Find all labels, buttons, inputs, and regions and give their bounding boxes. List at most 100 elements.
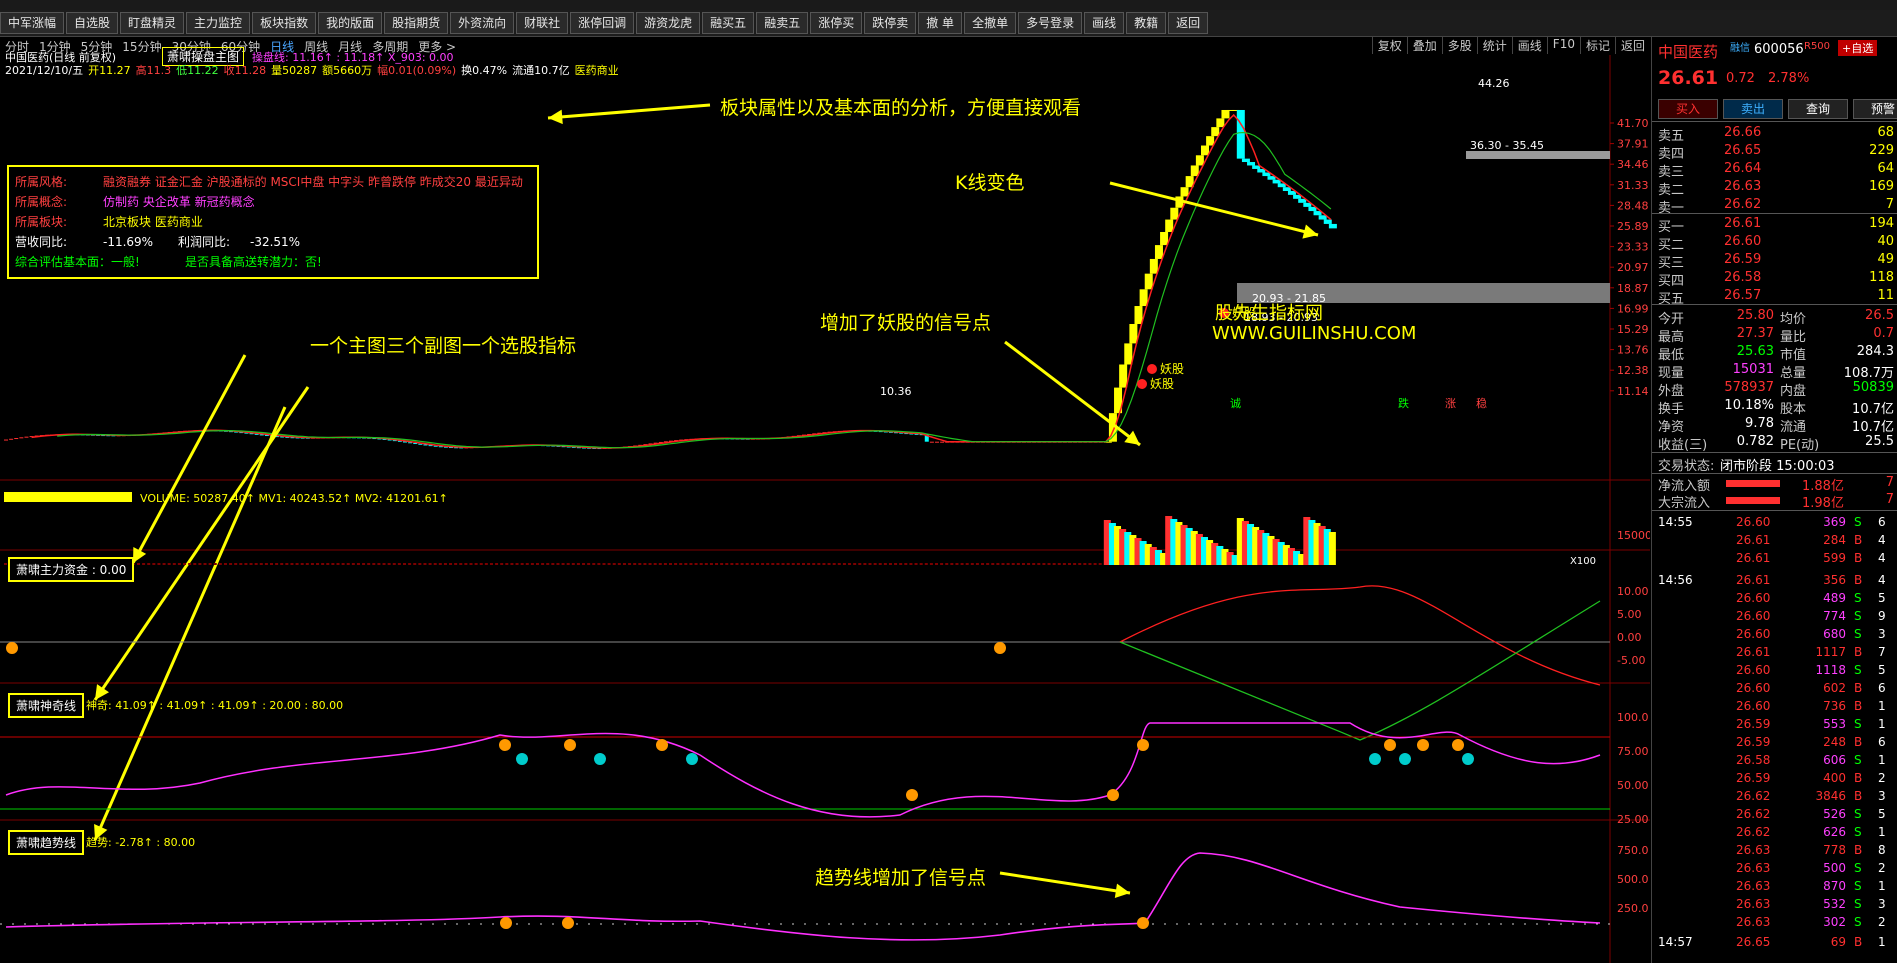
fund-panel-label[interactable]: 萧啸主力资金 : 0.00 xyxy=(8,557,135,582)
volume-bar xyxy=(617,563,621,565)
price-tick-label: 15.29 xyxy=(1617,323,1649,336)
tick-price: 26.60 xyxy=(1736,515,1771,529)
volume-bar xyxy=(592,563,596,565)
volume-bar xyxy=(1047,563,1051,565)
stat-value: 10.18% xyxy=(1724,398,1774,413)
annotation-arrow xyxy=(547,103,711,120)
tick-row-2: 26.61 599 B 4 xyxy=(1658,551,1897,569)
chart-tool-4[interactable]: 画线 xyxy=(1511,37,1547,54)
toolbar-button-13[interactable]: 涨停买 xyxy=(810,12,863,34)
trade-button-2[interactable]: 查询 xyxy=(1788,99,1848,119)
bid-label: 买四 xyxy=(1658,274,1685,289)
toolbar-button-9[interactable]: 涨停回调 xyxy=(570,12,635,34)
toolbar-button-12[interactable]: 融卖五 xyxy=(756,12,809,34)
candle xyxy=(1165,219,1174,232)
candle xyxy=(940,441,945,443)
kline-chart-area[interactable]: 41.70 37.91 34.46 31.33 28.48 25.89 23.33 20.97… xyxy=(0,47,1650,963)
volume-bar xyxy=(689,563,693,565)
flow-bar xyxy=(1726,497,1780,504)
toolbar-button-14[interactable]: 跌停卖 xyxy=(864,12,917,34)
chart-tool-3[interactable]: 统计 xyxy=(1476,37,1512,54)
tick-price: 26.59 xyxy=(1736,771,1771,785)
tick-row-19: 26.63 500 S 2 xyxy=(1658,861,1897,879)
bid-volume: 118 xyxy=(1869,270,1894,285)
chart-tool-0[interactable]: 复权 xyxy=(1371,37,1407,54)
volume-bar xyxy=(622,563,626,565)
tick-price: 26.61 xyxy=(1736,573,1771,587)
magic-panel-label[interactable]: 萧啸神奇线 xyxy=(8,693,85,718)
candle xyxy=(1170,207,1179,220)
toolbar-button-2[interactable]: 盯盘精灵 xyxy=(120,12,185,34)
volume-bar xyxy=(387,563,391,565)
magic-tick: 25.00 xyxy=(1617,813,1649,826)
volume-bar xyxy=(950,563,954,565)
info-value: 融资融券 证金汇金 沪股通标的 MSCI中盘 中字头 昨曾跌停 昨成交20 最近… xyxy=(103,175,523,189)
price-tick-label: 13.76 xyxy=(1617,344,1649,357)
toolbar-button-16[interactable]: 全撤单 xyxy=(964,12,1017,34)
candle xyxy=(1221,109,1230,119)
tick-side: S xyxy=(1854,609,1862,623)
volume-bar xyxy=(755,563,759,565)
toolbar-button-0[interactable]: 中军涨幅 xyxy=(0,12,65,34)
volume-bar xyxy=(377,563,381,565)
volume-bar xyxy=(653,563,657,565)
toolbar-button-11[interactable]: 融买五 xyxy=(702,12,755,34)
chart-tool-6[interactable]: 标记 xyxy=(1579,37,1615,54)
candle xyxy=(929,441,934,443)
toolbar-button-3[interactable]: 主力监控 xyxy=(186,12,251,34)
toolbar-button-15[interactable]: 撤 单 xyxy=(918,12,963,34)
volume-bar xyxy=(750,563,754,565)
volume-bar xyxy=(1016,563,1020,565)
toolbar-button-5[interactable]: 我的版面 xyxy=(318,12,383,34)
volume-bar xyxy=(868,563,872,565)
trend-panel-label[interactable]: 萧啸趋势线 xyxy=(8,830,85,855)
volume-tick: 15000 xyxy=(1617,529,1650,542)
toolbar-button-8[interactable]: 财联社 xyxy=(516,12,569,34)
toolbar-button-18[interactable]: 画线 xyxy=(1084,12,1125,34)
volume-bar xyxy=(397,563,401,565)
trade-button-1[interactable]: 卖出 xyxy=(1723,99,1783,119)
volume-bar xyxy=(883,563,887,565)
toolbar-button-6[interactable]: 股指期货 xyxy=(384,12,449,34)
magic-signal-low xyxy=(906,789,918,801)
volume-bar xyxy=(510,563,514,565)
candle xyxy=(1129,323,1138,344)
toolbar-button-4[interactable]: 板块指数 xyxy=(252,12,317,34)
trade-button-3[interactable]: 预警 xyxy=(1853,99,1897,119)
chart-tool-2[interactable]: 多股 xyxy=(1441,37,1477,54)
volume-bar xyxy=(1078,563,1082,565)
watermark-site-name: 股先生指标网 xyxy=(1215,303,1323,324)
tick-volume: 284 xyxy=(1823,533,1846,547)
tick-count: 1 xyxy=(1878,825,1886,839)
price-tick-label: 41.70 xyxy=(1617,117,1649,130)
toolbar-button-19[interactable]: 教籍 xyxy=(1126,12,1167,34)
tick-row-18: 26.63 778 B 8 xyxy=(1658,843,1897,861)
volume-bar xyxy=(443,563,447,565)
stat-value-2: 10.7亿 xyxy=(1852,402,1894,417)
tick-side: B xyxy=(1854,645,1863,659)
volume-bar xyxy=(213,563,217,565)
toolbar-button-10[interactable]: 游资龙虎 xyxy=(636,12,701,34)
tick-price: 26.61 xyxy=(1736,551,1771,565)
tick-volume: 1117 xyxy=(1815,645,1846,659)
tick-count: 6 xyxy=(1878,681,1886,695)
volume-bar xyxy=(991,563,995,565)
period-tab-3[interactable]: 15分钟 xyxy=(117,38,166,55)
toolbar-button-1[interactable]: 自选股 xyxy=(66,12,119,34)
volume-bar xyxy=(970,563,974,565)
chart-tool-5[interactable]: F10 xyxy=(1546,37,1580,54)
chart-tool-7[interactable]: 返回 xyxy=(1614,37,1650,54)
ask-volume: 68 xyxy=(1877,125,1894,140)
demon-signal-label: 妖股 xyxy=(1160,362,1184,376)
toolbar-button-17[interactable]: 多号登录 xyxy=(1018,12,1083,34)
add-watchlist-button[interactable]: +自选 xyxy=(1838,40,1878,56)
toolbar-button-20[interactable]: 返回 xyxy=(1168,12,1209,34)
magic-signal-low xyxy=(1107,789,1119,801)
volume-bar xyxy=(1073,563,1077,565)
tick-count: 2 xyxy=(1878,771,1886,785)
toolbar-button-7[interactable]: 外资流向 xyxy=(450,12,515,34)
trade-button-0[interactable]: 买入 xyxy=(1658,99,1718,119)
tick-count: 4 xyxy=(1878,573,1886,587)
chart-tool-1[interactable]: 叠加 xyxy=(1406,37,1442,54)
volume-bar xyxy=(464,563,468,565)
